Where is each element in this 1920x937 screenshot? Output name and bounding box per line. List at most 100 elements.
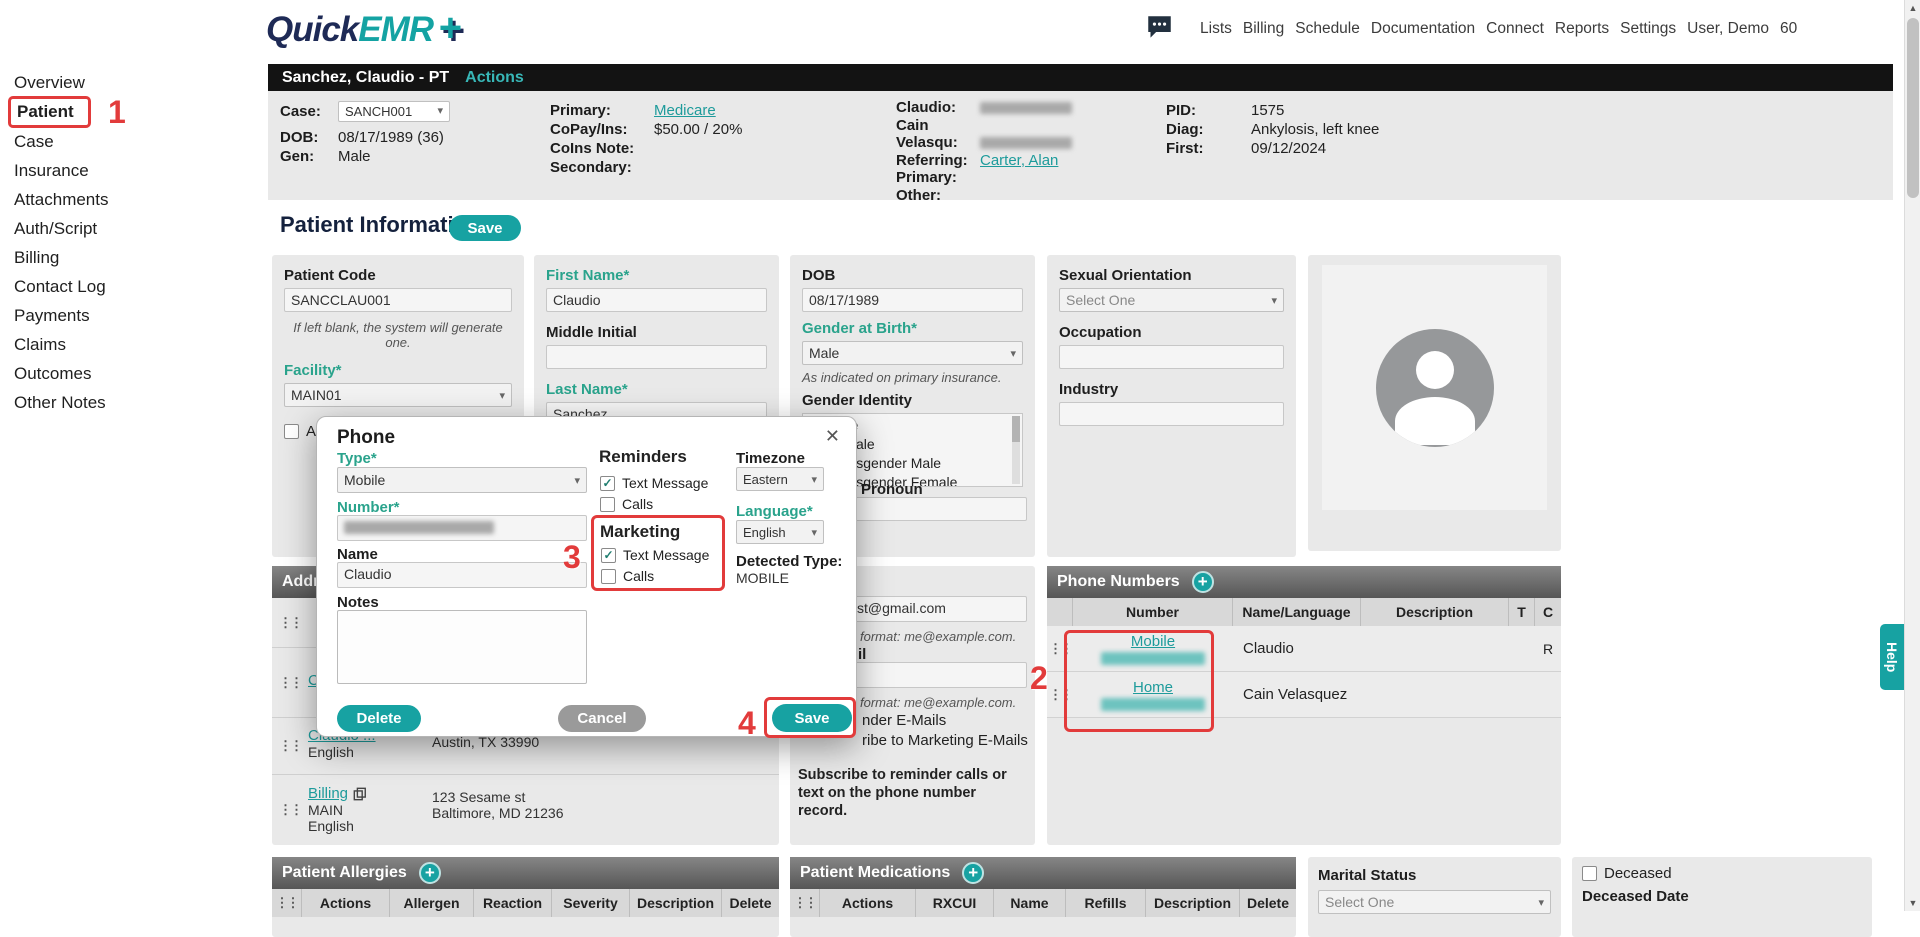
phone-name-label: Name [337,546,378,563]
facility-select[interactable]: MAIN01 ▾ [284,383,512,407]
chat-bubble-icon[interactable] [1146,15,1173,40]
middle-initial-input[interactable] [546,345,767,369]
referring-provider-link[interactable]: Carter, Alan [980,152,1058,170]
drag-handle-icon[interactable]: ⋮⋮ [279,615,303,631]
modal-title: Phone [337,427,396,448]
contact2-label-line1: Cain [896,116,929,134]
address-link[interactable]: Billing [308,785,348,802]
sidebar-item-billing[interactable]: Billing [14,247,259,268]
phone-type-link[interactable]: Home [1133,679,1173,696]
sidebar-item-insurance[interactable]: Insurance [14,160,259,181]
pid-label: PID: [1166,102,1196,119]
reminders-calls-label: Calls [622,496,654,512]
drag-handle-icon[interactable]: ⋮⋮ [279,675,303,691]
nav-connect[interactable]: Connect [1486,20,1544,38]
sidebar-item-other-notes[interactable]: Other Notes [14,392,259,413]
col-reaction: Reaction [474,889,552,917]
primary-ins-label: Primary: [550,102,611,119]
sidebar-item-contact-log[interactable]: Contact Log [14,276,259,297]
add-medication-button[interactable]: + [962,862,985,884]
timezone-select[interactable]: Eastern ▾ [736,467,824,491]
sidebar-item-outcomes[interactable]: Outcomes [14,363,259,384]
nav-reports[interactable]: Reports [1555,20,1609,38]
phone-type-select[interactable]: Mobile ▾ [337,467,587,493]
administrator-record-checkbox[interactable] [284,424,299,439]
language-select[interactable]: English ▾ [736,520,824,544]
sidebar-item-auth-script[interactable]: Auth/Script [14,218,259,239]
detected-type-value: MOBILE [736,570,789,586]
phone-notes-textarea[interactable] [337,610,587,684]
actions-menu[interactable]: Actions [465,69,524,87]
cancel-button[interactable]: Cancel [558,705,646,732]
copay-value: $50.00 / 20% [654,121,743,138]
deceased-checkbox[interactable] [1582,866,1597,881]
phone-type-link[interactable]: Mobile [1131,633,1175,650]
save-phone-button[interactable]: Save [772,704,852,732]
primary-insurance-link[interactable]: Medicare [654,101,716,120]
add-phone-button[interactable]: + [1191,571,1214,593]
drag-handle-icon[interactable]: ⋮⋮ [1049,641,1073,657]
scrollbar-thumb[interactable] [1907,18,1919,198]
phone-name: Claudio [1243,640,1294,657]
col-delete: Delete [1240,889,1296,917]
first-name-input[interactable]: Claudio [546,288,767,312]
nav-lists[interactable]: Lists [1200,20,1232,38]
case-select[interactable]: SANCH001 ▾ [338,101,450,122]
delete-phone-button[interactable]: Delete [337,705,421,732]
reminders-text-message-checkbox[interactable] [600,475,615,491]
listbox-scrollbar[interactable] [1012,416,1020,484]
nav-billing[interactable]: Billing [1243,20,1284,38]
allergies-table-header: ⋮⋮ Actions Allergen Reaction Severity De… [272,889,779,917]
scrollbar[interactable]: ▲ ▼ [1904,0,1920,911]
industry-input[interactable] [1059,402,1284,426]
marketing-calls-checkbox[interactable] [601,568,616,584]
nav-settings[interactable]: Settings [1620,20,1676,38]
col-number: Number [1073,598,1233,626]
contact1-label: Claudio: [896,99,956,116]
marketing-text-message-checkbox[interactable] [601,547,616,563]
dob-input[interactable]: 08/17/1989 [802,288,1023,312]
deceased-panel: Deceased Deceased Date [1572,857,1872,937]
help-tab[interactable]: Help [1880,624,1904,690]
marital-status-panel: Marital Status Select One ▾ [1308,857,1561,937]
drag-handle-icon[interactable]: ⋮⋮ [279,802,303,818]
sidebar-item-case[interactable]: Case [14,131,259,152]
email-label-fragment: il [858,646,867,663]
nav-schedule[interactable]: Schedule [1295,20,1360,38]
patient-code-input[interactable]: SANCCLAU001 [284,288,512,312]
drag-handle-icon[interactable]: ⋮⋮ [1049,687,1073,703]
col-severity: Severity [552,889,630,917]
allergies-header: Patient Allergies + [272,857,779,889]
patient-summary: Case: SANCH001 ▾ DOB: 08/17/1989 (36) Gen:… [268,91,1893,204]
referring-label: Referring: [896,151,968,169]
reminders-calls-checkbox[interactable] [600,496,615,512]
drag-handle-icon[interactable]: ⋮⋮ [279,738,303,754]
gender-at-birth-select[interactable]: Male ▾ [802,341,1023,365]
sexual-orientation-select[interactable]: Select One ▾ [1059,288,1284,312]
occupation-input[interactable] [1059,345,1284,369]
sidebar-item-payments[interactable]: Payments [14,305,259,326]
pronoun-label: Pronoun [861,481,923,498]
patient-code-label: Patient Code [284,267,376,284]
sidebar-item-patient[interactable]: Patient [8,96,91,128]
sidebar-item-overview[interactable]: Overview [14,72,259,93]
medications-section: Patient Medications + ⋮⋮ Actions RXCUI N… [790,857,1296,937]
case-label: Case: [280,103,321,120]
sidebar-item-attachments[interactable]: Attachments [14,189,259,210]
add-allergy-button[interactable]: + [418,862,441,884]
nav-documentation[interactable]: Documentation [1371,20,1475,38]
col-description: Description [1361,598,1509,626]
nav-user-menu[interactable]: User, Demo [1687,20,1769,38]
chevron-down-icon: ▾ [499,389,505,402]
scroll-down-icon[interactable]: ▼ [1905,895,1920,911]
scroll-up-icon[interactable]: ▲ [1905,0,1920,16]
marital-status-select[interactable]: Select One ▾ [1318,890,1551,914]
phone-name-input[interactable]: Claudio [337,562,587,588]
close-icon[interactable]: ✕ [825,426,840,447]
middle-initial-label: Middle Initial [546,324,637,341]
phone-numbers-header: Phone Numbers + [1047,566,1561,598]
save-patient-button[interactable]: Save [449,215,521,241]
phone-number-input[interactable] [337,515,587,541]
reminders-text-message-label: Text Message [622,475,709,491]
sidebar-item-claims[interactable]: Claims [14,334,259,355]
